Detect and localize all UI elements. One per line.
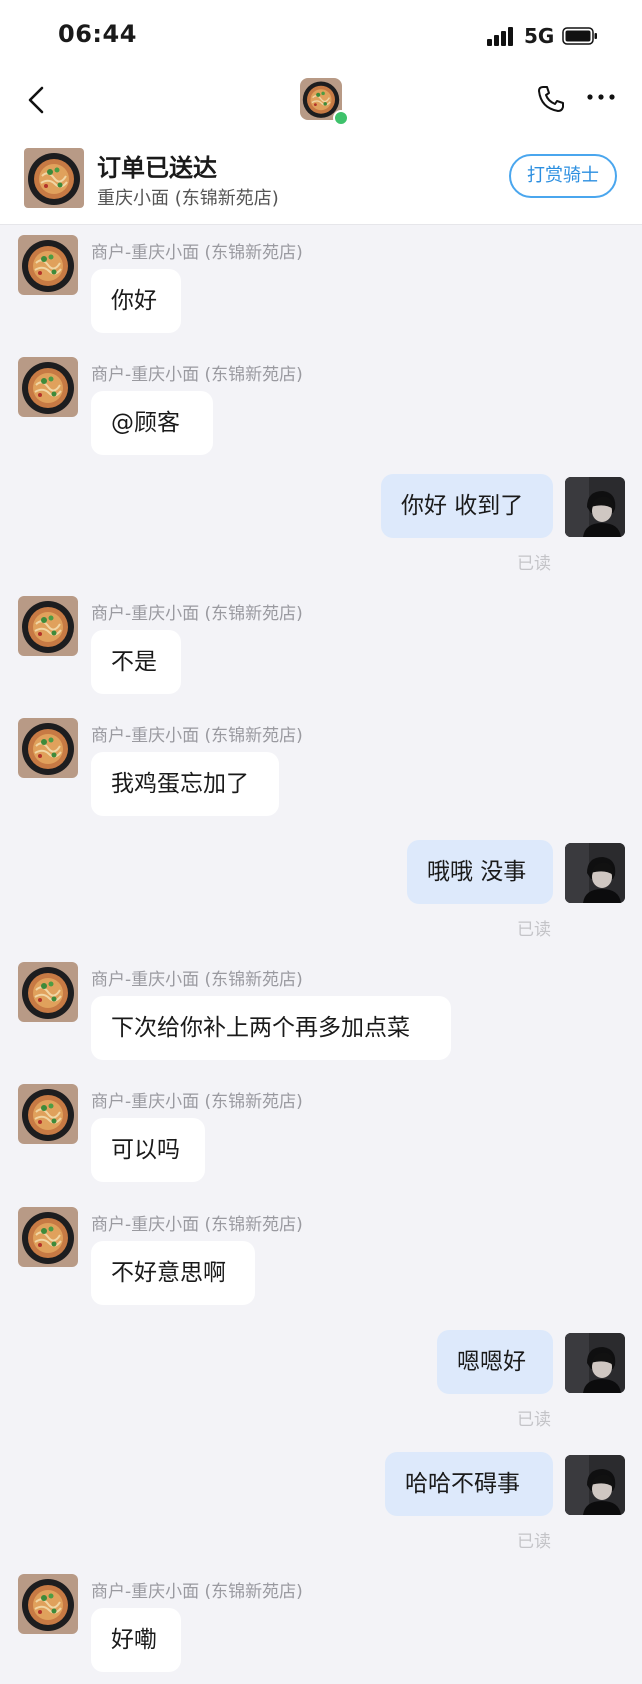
- user-avatar[interactable]: [565, 1333, 625, 1393]
- phone-icon[interactable]: [536, 84, 566, 114]
- message-sender: 商户-重庆小面 (东锦新苑店): [91, 604, 303, 624]
- order-thumbnail: [24, 148, 84, 208]
- status-time: 06:44: [58, 20, 137, 48]
- incoming-message-bubble[interactable]: @顾客: [91, 391, 213, 455]
- back-icon[interactable]: [22, 80, 52, 120]
- order-status-card: 订单已送达 重庆小面 (东锦新苑店) 打赏骑士: [0, 142, 642, 224]
- user-avatar[interactable]: [565, 843, 625, 903]
- incoming-message-bubble[interactable]: 不是: [91, 630, 181, 694]
- shop-avatar[interactable]: [18, 718, 78, 778]
- incoming-message-bubble[interactable]: 你好: [91, 269, 181, 333]
- outgoing-message-bubble[interactable]: 你好 收到了: [381, 474, 553, 538]
- incoming-message-bubble[interactable]: 下次给你补上两个再多加点菜: [91, 996, 451, 1060]
- message-sender: 商户-重庆小面 (东锦新苑店): [91, 243, 303, 263]
- user-avatar[interactable]: [565, 1455, 625, 1515]
- signal-bars-icon: [487, 26, 517, 46]
- more-dots-icon[interactable]: [586, 92, 616, 102]
- shop-avatar[interactable]: [18, 357, 78, 417]
- incoming-message-bubble[interactable]: 好嘞: [91, 1608, 181, 1672]
- nav-bar: [0, 70, 642, 140]
- battery-icon: [562, 27, 597, 45]
- read-receipt: 已读: [517, 1532, 551, 1552]
- outgoing-message-bubble[interactable]: 哈哈不碍事: [385, 1452, 553, 1516]
- tip-rider-button[interactable]: 打赏骑士: [509, 154, 617, 198]
- shop-avatar[interactable]: [18, 596, 78, 656]
- outgoing-message-bubble[interactable]: 嗯嗯好: [437, 1330, 553, 1394]
- outgoing-message-bubble[interactable]: 哦哦 没事: [407, 840, 553, 904]
- message-sender: 商户-重庆小面 (东锦新苑店): [91, 365, 303, 385]
- network-type: 5G: [524, 24, 555, 48]
- message-sender: 商户-重庆小面 (东锦新苑店): [91, 1582, 303, 1602]
- shop-avatar[interactable]: [18, 962, 78, 1022]
- message-sender: 商户-重庆小面 (东锦新苑店): [91, 1215, 303, 1235]
- status-bar: 06:44 5G: [0, 0, 642, 70]
- message-sender: 商户-重庆小面 (东锦新苑店): [91, 726, 303, 746]
- incoming-message-bubble[interactable]: 不好意思啊: [91, 1241, 255, 1305]
- shop-avatar[interactable]: [18, 235, 78, 295]
- shop-avatar[interactable]: [18, 1084, 78, 1144]
- shop-avatar[interactable]: [18, 1574, 78, 1634]
- order-status-title: 订单已送达: [97, 154, 217, 182]
- incoming-message-bubble[interactable]: 我鸡蛋忘加了: [91, 752, 279, 816]
- read-receipt: 已读: [517, 1410, 551, 1430]
- online-status-dot: [333, 110, 349, 126]
- message-sender: 商户-重庆小面 (东锦新苑店): [91, 970, 303, 990]
- read-receipt: 已读: [517, 554, 551, 574]
- read-receipt: 已读: [517, 920, 551, 940]
- chat-header: 06:44 5G 订单已送达 重庆小面 (东锦新苑店) 打赏骑士: [0, 0, 642, 225]
- user-avatar[interactable]: [565, 477, 625, 537]
- message-sender: 商户-重庆小面 (东锦新苑店): [91, 1092, 303, 1112]
- incoming-message-bubble[interactable]: 可以吗: [91, 1118, 205, 1182]
- order-shop-name: 重庆小面 (东锦新苑店): [97, 188, 279, 209]
- shop-avatar[interactable]: [18, 1207, 78, 1267]
